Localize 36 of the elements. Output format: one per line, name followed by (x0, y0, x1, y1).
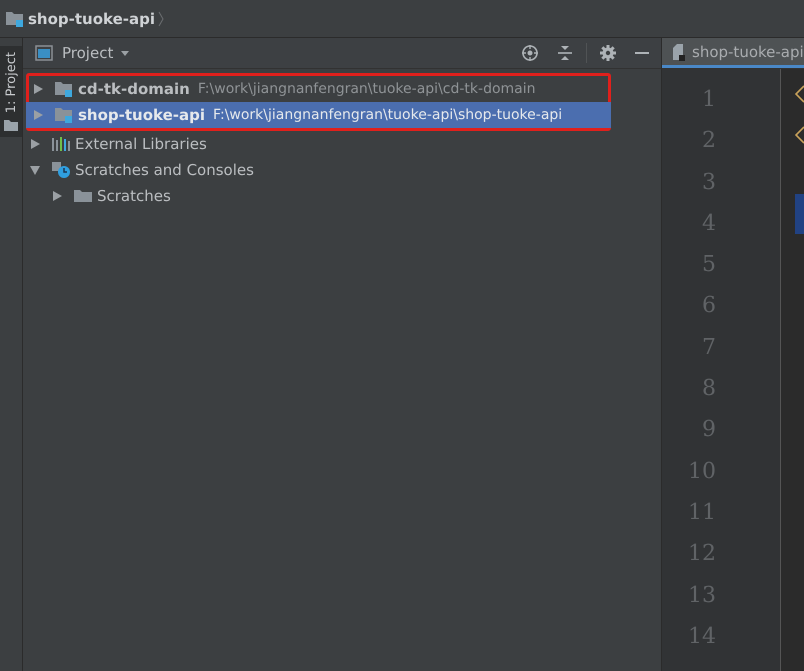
expand-arrow-icon[interactable] (51, 190, 63, 202)
crosshair-icon[interactable] (521, 44, 539, 62)
item-label: cd-tk-domain (78, 80, 190, 98)
item-label: Scratches and Consoles (75, 161, 254, 179)
dropdown-caret-icon[interactable] (120, 49, 130, 57)
item-path: F:\work\jiangnanfengran\tuoke-api\cd-tk-domain (198, 81, 536, 97)
tree-item[interactable]: Scratches and Consoles (23, 157, 661, 183)
module-folder-icon (5, 10, 25, 28)
fold-marker-icon[interactable] (795, 85, 804, 103)
breadcrumb-title[interactable]: shop-tuoke-api (28, 10, 156, 28)
scratch-clock-icon (51, 161, 71, 179)
module-folder-icon (54, 80, 74, 98)
item-label: Scratches (97, 187, 171, 205)
module-folder-icon (54, 106, 74, 124)
tree-item[interactable]: External Libraries (23, 131, 661, 157)
item-label: External Libraries (75, 135, 207, 153)
project-tool-tab[interactable]: 1: Project (0, 46, 22, 138)
tree-item[interactable]: Scratches (23, 183, 661, 209)
fold-marker-icon[interactable] (795, 126, 804, 144)
expand-arrow-icon[interactable] (29, 138, 41, 150)
library-bars-icon (51, 135, 71, 153)
folder-icon (4, 119, 18, 132)
item-label: shop-tuoke-api (78, 106, 206, 124)
tree-item[interactable]: cd-tk-domain F:\work\jiangnanfengran\tuoke-api\cd-tk-domain (26, 76, 611, 102)
breadcrumb-chevron-icon (158, 10, 164, 26)
expand-arrow-icon[interactable] (32, 83, 44, 95)
folder-icon (73, 187, 93, 205)
panel-title[interactable]: Project (62, 44, 114, 62)
item-path: F:\work\jiangnanfengran\tuoke-api\shop-tuoke-api (213, 107, 562, 123)
project-window-icon (35, 45, 53, 61)
selection-highlight (795, 194, 804, 234)
tree-item[interactable]: shop-tuoke-api F:\work\jiangnanfengran\tuoke-api\shop-tuoke-api (26, 102, 611, 128)
expand-arrow-icon[interactable] (29, 164, 41, 176)
collapse-all-icon[interactable] (556, 44, 574, 62)
editor-tab[interactable]: shop-tuoke-api (662, 38, 804, 68)
file-icon (672, 42, 686, 60)
